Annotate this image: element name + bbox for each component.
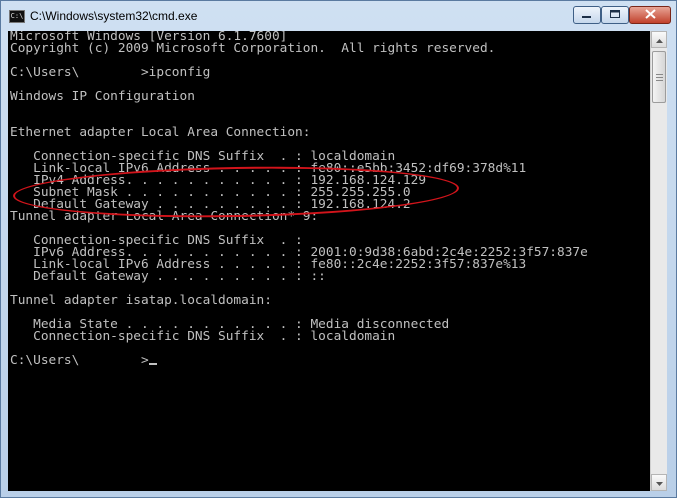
console-text[interactable]: Microsoft Windows [Version 6.1.7600] Cop… (8, 31, 650, 367)
title-bar[interactable]: C:\ C:\Windows\system32\cmd.exe (1, 1, 677, 31)
maximize-button[interactable] (601, 6, 629, 24)
console-line: Windows IP Configuration (10, 89, 195, 104)
console-line: Copyright (c) 2009 Microsoft Corporation… (10, 41, 496, 56)
thumb-grip-line (656, 77, 663, 78)
cmd-app-icon[interactable]: C:\ (9, 10, 25, 23)
arrow-up-icon (655, 31, 663, 49)
thumb-grip-line (656, 80, 663, 81)
scrollbar-thumb[interactable] (652, 51, 666, 103)
console-line: Connection-specific DNS Suffix . : local… (10, 329, 396, 344)
scroll-down-button[interactable] (651, 474, 667, 491)
console-output[interactable]: Microsoft Windows [Version 6.1.7600] Cop… (8, 31, 650, 491)
console-line: C:\Users\ > (10, 353, 149, 368)
minimize-button[interactable] (573, 6, 601, 24)
text-cursor (148, 363, 157, 365)
scroll-up-button[interactable] (651, 31, 667, 48)
thumb-grip-line (656, 74, 663, 75)
console-line: Default Gateway . . . . . . . . . : :: (10, 269, 326, 284)
minimize-icon (582, 6, 592, 24)
vertical-scrollbar[interactable] (650, 31, 667, 491)
arrow-down-icon (655, 474, 663, 492)
console-line: Tunnel adapter isatap.localdomain: (10, 293, 272, 308)
window-title: C:\Windows\system32\cmd.exe (30, 9, 198, 23)
console-line: C:\Users\ >ipconfig (10, 65, 211, 80)
close-icon (644, 6, 656, 24)
close-button[interactable] (629, 6, 671, 24)
console-line: Tunnel adapter Local Area Connection* 9: (10, 209, 319, 224)
cmd-window: C:\ C:\Windows\system32\cmd.exe Microsof… (0, 0, 677, 498)
console-line: Ethernet adapter Local Area Connection: (10, 125, 311, 140)
maximize-icon (609, 6, 621, 24)
